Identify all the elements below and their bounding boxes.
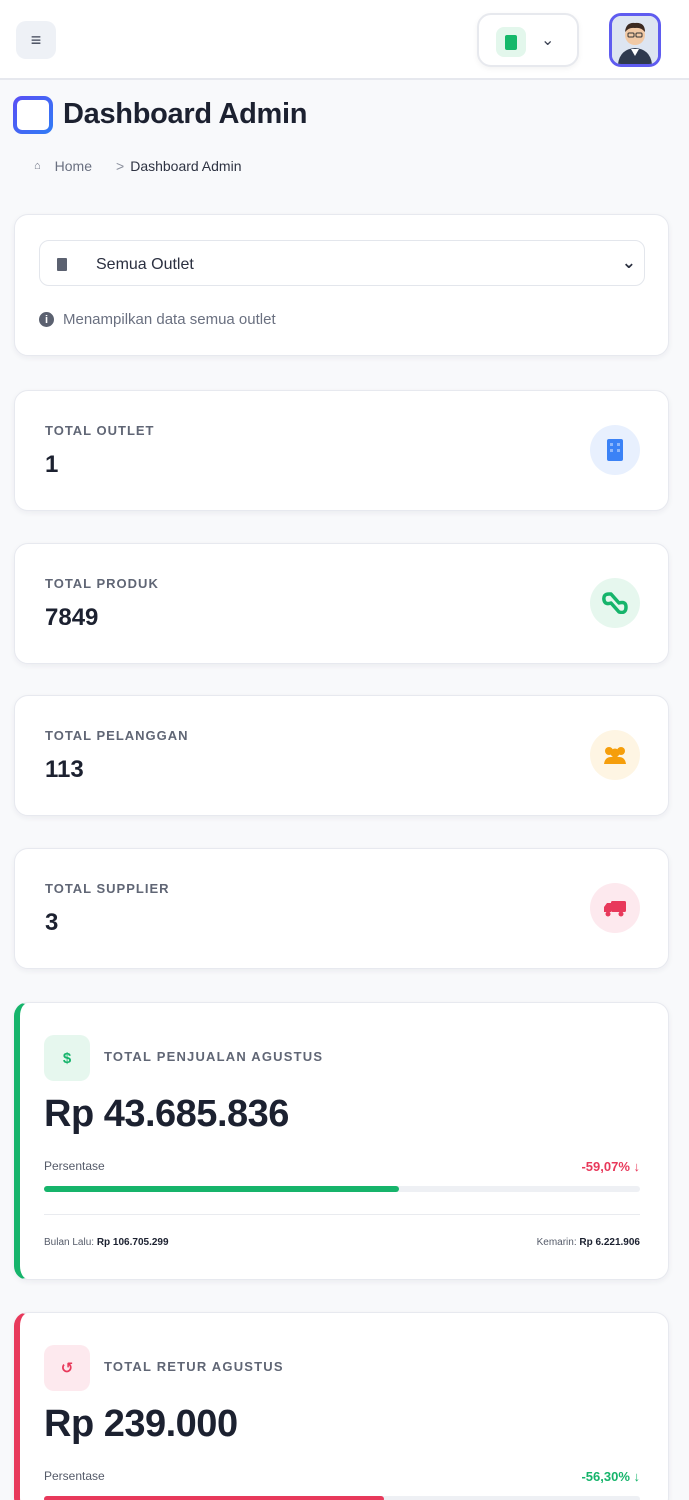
page-title: Dashboard Admin: [63, 98, 308, 130]
sales-yesterday: Kemarin: Rp 6.221.906: [537, 1237, 640, 1248]
retur-card: ↺ TOTAL RETUR AGUSTUS Rp 239.000 Persent…: [14, 1312, 669, 1500]
stat-card-pelanggan: TOTAL PELANGGAN 113: [14, 695, 669, 816]
breadcrumb-current: Dashboard Admin: [130, 158, 242, 174]
arrow-down-icon: ↓: [633, 1469, 641, 1484]
outlet-filter-card: Semua Outlet ⌄ i Menampilkan data semua …: [14, 214, 669, 356]
home-icon[interactable]: ⌂: [34, 160, 41, 172]
store-icon: [496, 27, 526, 57]
sales-progress-track: [44, 1186, 640, 1192]
stat-value: 3: [45, 909, 59, 936]
breadcrumb-home[interactable]: Home: [55, 158, 92, 174]
building-icon: [590, 425, 640, 475]
last-month-label: Bulan Lalu:: [44, 1237, 95, 1248]
chevron-down-icon: ⌄: [541, 32, 555, 49]
sales-percentage-label: Persentase: [44, 1159, 105, 1173]
retur-percentage-label: Persentase: [44, 1469, 105, 1483]
stat-label: TOTAL SUPPLIER: [45, 881, 170, 896]
sales-percentage: -59,07% ↓: [581, 1159, 640, 1174]
retur-label: TOTAL RETUR AGUSTUS: [104, 1359, 284, 1374]
stat-card-outlet: TOTAL OUTLET 1: [14, 390, 669, 511]
last-month-value: Rp 106.705.299: [96, 1237, 169, 1248]
users-icon: [590, 730, 640, 780]
sales-label: TOTAL PENJUALAN AGUSTUS: [104, 1049, 324, 1064]
filter-info: i Menampilkan data semua outlet: [39, 311, 276, 328]
retur-percentage-value: -56,30%: [581, 1469, 630, 1484]
boxes-icon: [590, 578, 640, 628]
sales-last-month: Bulan Lalu: Rp 106.705.299: [44, 1237, 169, 1248]
stat-value: 113: [45, 756, 84, 783]
store-icon: [57, 258, 67, 271]
stat-card-produk: TOTAL PRODUK 7849: [14, 543, 669, 664]
menu-toggle-button[interactable]: ≡: [16, 21, 56, 59]
outlet-select[interactable]: Semua Outlet ⌄: [39, 240, 645, 286]
stat-value: 7849: [45, 604, 99, 631]
retur-percentage: -56,30% ↓: [581, 1469, 640, 1484]
retur-progress-track: [44, 1496, 640, 1500]
retur-progress-fill: [44, 1496, 384, 1500]
undo-icon: ↺: [44, 1345, 90, 1391]
truck-icon: [590, 883, 640, 933]
arrow-down-icon: ↓: [633, 1159, 641, 1174]
sales-progress-fill: [44, 1186, 399, 1192]
divider: [44, 1214, 640, 1215]
retur-amount: Rp 239.000: [44, 1403, 238, 1445]
dollar-icon: $: [44, 1035, 90, 1081]
stat-label: TOTAL OUTLET: [45, 423, 155, 438]
yesterday-label: Kemarin:: [536, 1237, 577, 1248]
stat-value: 1: [45, 451, 59, 478]
hamburger-icon: ≡: [30, 29, 42, 50]
breadcrumb: ⌂ Home > Dashboard Admin: [34, 158, 242, 174]
sales-card: $ TOTAL PENJUALAN AGUSTUS Rp 43.685.836 …: [14, 1002, 669, 1280]
sales-amount: Rp 43.685.836: [44, 1093, 289, 1135]
outlet-select-value: Semua Outlet: [96, 256, 194, 273]
top-navbar: ≡ ⌄: [0, 0, 689, 80]
user-avatar[interactable]: [609, 13, 661, 67]
stat-label: TOTAL PELANGGAN: [45, 728, 189, 743]
info-icon: i: [39, 312, 54, 327]
stat-card-supplier: TOTAL SUPPLIER 3: [14, 848, 669, 969]
yesterday-value: Rp 6.221.906: [579, 1237, 640, 1248]
stat-label: TOTAL PRODUK: [45, 576, 159, 591]
sales-percentage-value: -59,07%: [581, 1159, 630, 1174]
chevron-down-icon: ⌄: [621, 253, 636, 272]
outlet-switcher[interactable]: ⌄: [477, 13, 579, 67]
breadcrumb-separator: >: [116, 158, 125, 174]
filter-info-text: Menampilkan data semua outlet: [63, 311, 276, 328]
window-icon: [13, 96, 53, 134]
